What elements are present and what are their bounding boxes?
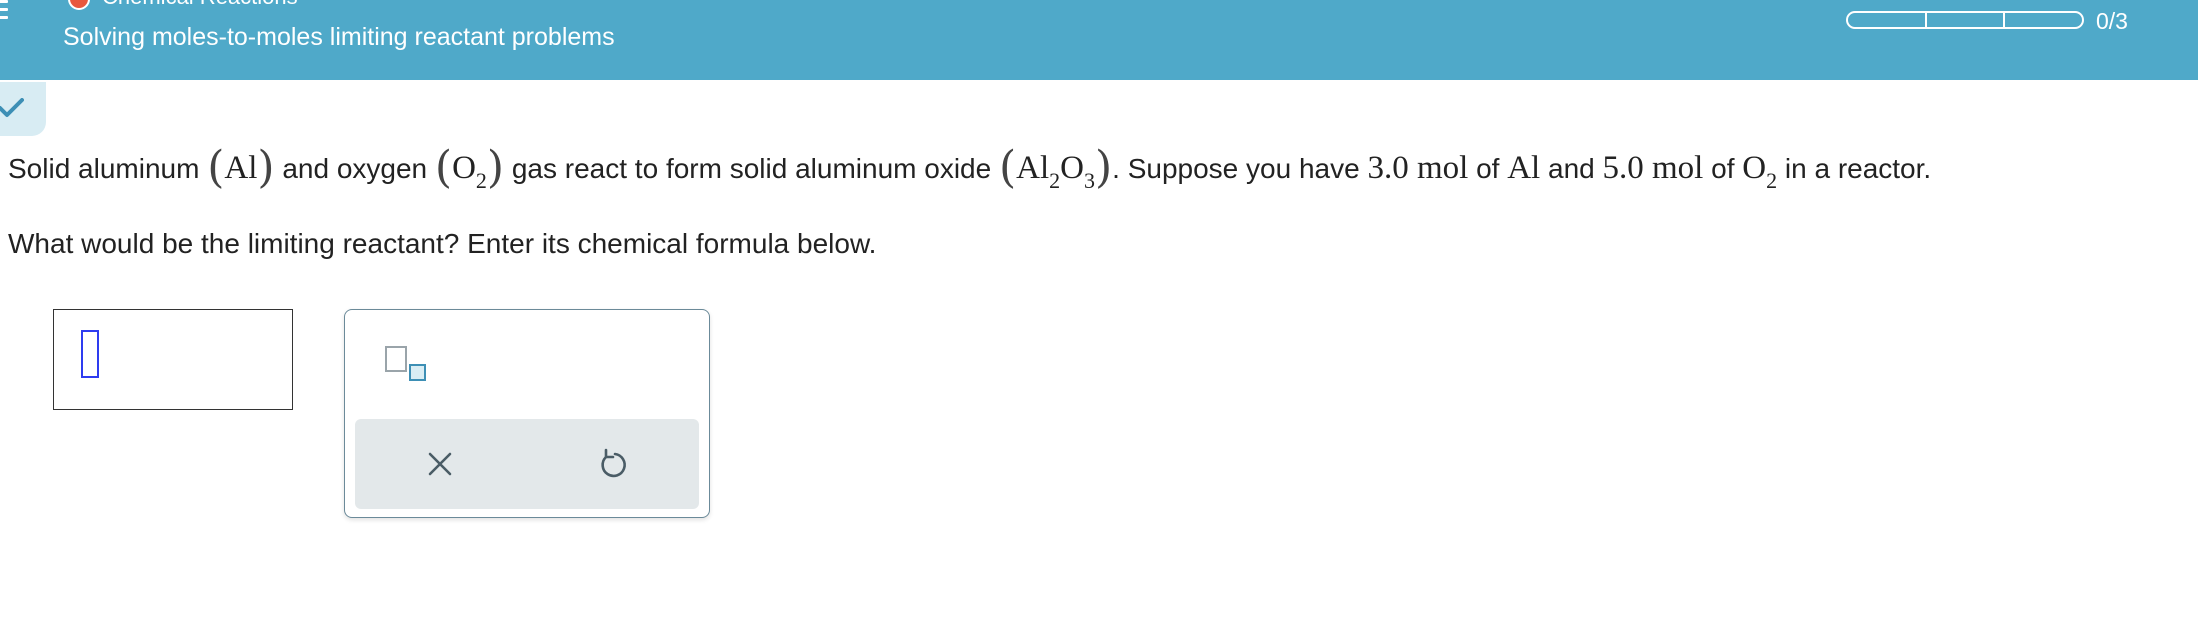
question-text-segment: of xyxy=(1468,153,1508,184)
formula-al: Al xyxy=(1507,150,1541,186)
answer-cursor-placeholder[interactable] xyxy=(81,330,99,378)
formula-al: Al xyxy=(224,150,258,186)
question-text-segment: . Suppose you have xyxy=(1112,153,1368,184)
header-bar: Chemical Reactions Solving moles-to-mole… xyxy=(0,0,2198,80)
progress-segment xyxy=(1924,11,2006,29)
progress-bar xyxy=(1846,11,2085,29)
question-text-segment: and xyxy=(1540,153,1603,184)
checkmark-tab[interactable] xyxy=(0,82,46,136)
topic-label[interactable]: Chemical Reactions xyxy=(102,0,298,10)
menu-icon[interactable] xyxy=(0,0,10,30)
question-text: Solid aluminum (Al) and oxygen (O2) gas … xyxy=(8,142,1932,193)
undo-button[interactable] xyxy=(589,441,635,487)
progress-segment xyxy=(2003,11,2085,29)
base-box xyxy=(385,346,407,372)
topic-status-dot xyxy=(68,0,90,10)
formula-o2: O2 xyxy=(1742,150,1778,193)
question-text-segment: in a reactor. xyxy=(1777,153,1932,184)
checkmark-icon xyxy=(0,98,24,117)
question-text-segment: and oxygen xyxy=(274,153,435,184)
clear-button[interactable] xyxy=(417,441,463,487)
progress-count: 0/3 xyxy=(2096,8,2128,34)
page-title: Solving moles-to-moles limiting reactant… xyxy=(63,23,615,51)
undo-icon xyxy=(601,448,626,478)
question-text-segment: of xyxy=(1703,153,1743,184)
question-text-segment: Solid aluminum xyxy=(8,153,208,184)
formula-o2: O2 xyxy=(452,150,487,193)
subscript-tool-icon[interactable] xyxy=(385,346,426,390)
quantity-o2: 5.0 mol xyxy=(1602,150,1704,186)
question-text-segment: gas react to form solid aluminum oxide xyxy=(504,153,999,184)
quantity-al: 3.0 mol xyxy=(1367,150,1469,186)
prompt-text: What would be the limiting reactant? Ent… xyxy=(8,228,877,259)
formula-palette xyxy=(344,309,710,518)
subscript-box xyxy=(409,364,426,381)
palette-actions xyxy=(355,419,699,509)
formula-al2o3: Al2O3 xyxy=(1016,150,1095,193)
progress-segment xyxy=(1846,11,1927,29)
answer-input[interactable] xyxy=(53,309,293,410)
clear-icon xyxy=(428,452,452,476)
